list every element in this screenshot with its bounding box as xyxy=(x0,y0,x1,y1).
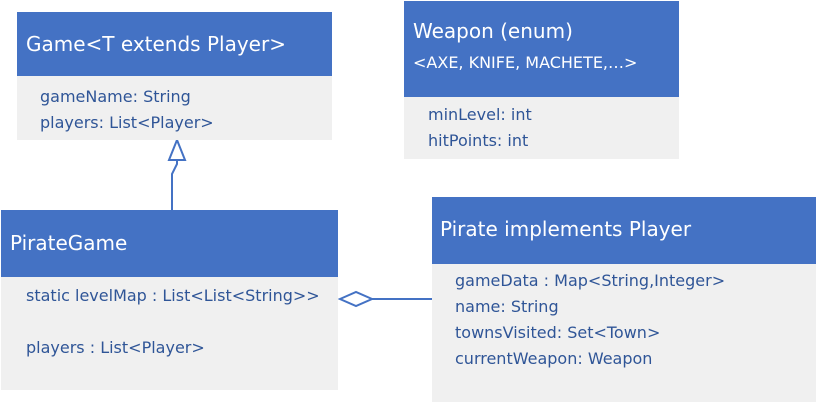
game-attr-players: players: List<Player> xyxy=(40,113,214,132)
pirate-game-class-header: PirateGame xyxy=(1,210,338,277)
weapon-enum-values: <AXE, KNIFE, MACHETE,…> xyxy=(413,53,638,72)
weapon-enum-title: Weapon (enum) xyxy=(413,19,573,43)
pirate-class-attributes: gameData : Map<String,Integer> name: Str… xyxy=(432,264,816,402)
weapon-enum-attributes: minLevel: int hitPoints: int xyxy=(404,97,679,159)
game-attr-game-name: gameName: String xyxy=(40,87,191,106)
pirate-game-attr-players: players : List<Player> xyxy=(26,338,205,357)
game-class-attributes: gameName: String players: List<Player> xyxy=(17,76,332,140)
pirate-class-header: Pirate implements Player xyxy=(432,197,816,264)
pirate-attr-towns-visited: townsVisited: Set<Town> xyxy=(455,323,661,342)
inheritance-line xyxy=(171,160,178,210)
pirate-class-box: Pirate implements Player gameData : Map<… xyxy=(432,197,816,402)
pirate-game-attr-level-map: static levelMap : List<List<String>> xyxy=(26,286,320,305)
weapon-enum-box: Weapon (enum) <AXE, KNIFE, MACHETE,…> mi… xyxy=(404,1,679,159)
pirate-class-title: Pirate implements Player xyxy=(440,217,692,241)
pirate-attr-current-weapon: currentWeapon: Weapon xyxy=(455,349,653,368)
weapon-enum-header: Weapon (enum) <AXE, KNIFE, MACHETE,…> xyxy=(404,1,679,97)
pirate-game-class-title: PirateGame xyxy=(10,231,128,255)
inheritance-arrowhead xyxy=(167,137,187,161)
pirate-game-class-attributes: static levelMap : List<List<String>> pla… xyxy=(1,277,338,390)
weapon-attr-hit-points: hitPoints: int xyxy=(428,131,529,150)
game-class-title: Game<T extends Player> xyxy=(26,32,286,56)
aggregation-diamond xyxy=(337,290,375,308)
weapon-attr-min-level: minLevel: int xyxy=(428,105,532,124)
game-class-header: Game<T extends Player> xyxy=(17,12,332,76)
pirate-attr-name: name: String xyxy=(455,297,559,316)
pirate-attr-game-data: gameData : Map<String,Integer> xyxy=(455,271,726,290)
game-class-box: Game<T extends Player> gameName: String … xyxy=(17,12,332,140)
pirate-game-class-box: PirateGame static levelMap : List<List<S… xyxy=(1,210,338,390)
